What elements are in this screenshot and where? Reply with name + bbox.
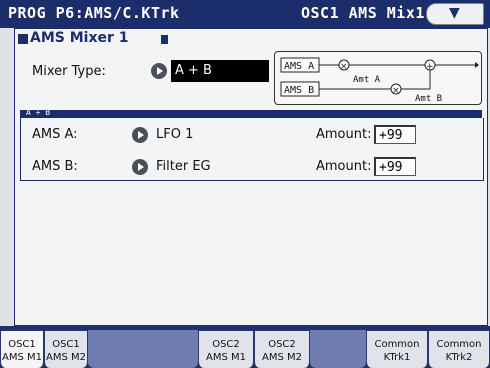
diagram-ams-a-label: AMS A <box>284 61 314 72</box>
ams-a-amount-label: Amount: <box>316 127 372 142</box>
section-marker <box>18 34 28 44</box>
ams-a-popup-arrow-icon[interactable] <box>132 127 148 143</box>
tab-osc2-ams-m2[interactable]: OSC2 AMS M2 <box>254 330 310 368</box>
mixer-type-popup-arrow-icon[interactable] <box>151 63 167 79</box>
mixer-type-label: Mixer Type: <box>32 64 106 79</box>
tab-line2: AMS M1 <box>206 352 246 363</box>
svg-text:×: × <box>340 62 348 72</box>
tab-line2: KTrk1 <box>383 352 411 363</box>
tab-osc2-ams-m1[interactable]: OSC2 AMS M1 <box>198 330 254 368</box>
tab-line1: OSC1 <box>52 339 80 350</box>
section-header: AMS Mixer 1 <box>18 30 484 47</box>
ams-b-value[interactable]: Filter EG <box>156 159 211 174</box>
section-title: AMS Mixer 1 <box>30 30 129 46</box>
ams-a-amount-field[interactable]: +99 <box>374 125 416 144</box>
mixer-type-value[interactable]: A + B <box>171 60 269 82</box>
mixer-diagram-graphic: AMS A AMS B × + Amt A × Amt B <box>280 57 479 104</box>
subsection-header: A + B <box>20 108 482 118</box>
chevron-down-icon: ▼ <box>449 5 460 21</box>
ams-a-label: AMS A: <box>32 127 78 142</box>
section-bar <box>161 35 168 44</box>
tab-common-ktrk2[interactable]: Common KTrk2 <box>428 330 490 368</box>
ams-b-amount-label: Amount: <box>316 159 372 174</box>
tab-line2: KTrk2 <box>445 352 473 363</box>
diagram-amt-b-label: Amt B <box>415 94 442 104</box>
tab-line1: Common <box>374 339 420 350</box>
tab-line2: AMS M1 <box>2 352 42 363</box>
diagram-amt-a-label: Amt A <box>353 75 381 85</box>
ams-b-amount-field[interactable]: +99 <box>374 157 416 176</box>
tab-common-ktrk1[interactable]: Common KTrk1 <box>366 330 428 368</box>
title-bar: PROG P6:AMS/C.KTrk OSC1 AMS Mix1 ▼ <box>0 0 490 28</box>
subsection-title: A + B <box>26 108 51 117</box>
tab-empty <box>88 330 198 368</box>
tab-empty <box>310 330 366 368</box>
tab-line1: OSC1 <box>8 339 36 350</box>
program-title: PROG P6:AMS/C.KTrk <box>8 4 180 22</box>
tab-line2: AMS M2 <box>262 352 302 363</box>
tab-line1: OSC2 <box>268 339 296 350</box>
tab-osc1-ams-m2[interactable]: OSC1 AMS M2 <box>44 330 88 368</box>
ams-b-label: AMS B: <box>32 159 78 174</box>
page-title: OSC1 AMS Mix1 <box>301 4 425 22</box>
mixer-diagram: AMS A AMS B × + Amt A × Amt B <box>274 51 482 105</box>
page-menu-button[interactable]: ▼ <box>426 3 484 25</box>
tab-line2: AMS M2 <box>46 352 86 363</box>
ams-a-value[interactable]: LFO 1 <box>156 127 193 142</box>
ams-b-popup-arrow-icon[interactable] <box>132 159 148 175</box>
svg-text:×: × <box>392 86 400 96</box>
diagram-ams-b-label: AMS B <box>284 85 314 96</box>
screen: PROG P6:AMS/C.KTrk OSC1 AMS Mix1 ▼ AMS M… <box>0 0 490 368</box>
tab-line1: Common <box>436 339 482 350</box>
tab-osc1-ams-m1[interactable]: OSC1 AMS M1 <box>0 330 44 368</box>
tab-line1: OSC2 <box>212 339 240 350</box>
